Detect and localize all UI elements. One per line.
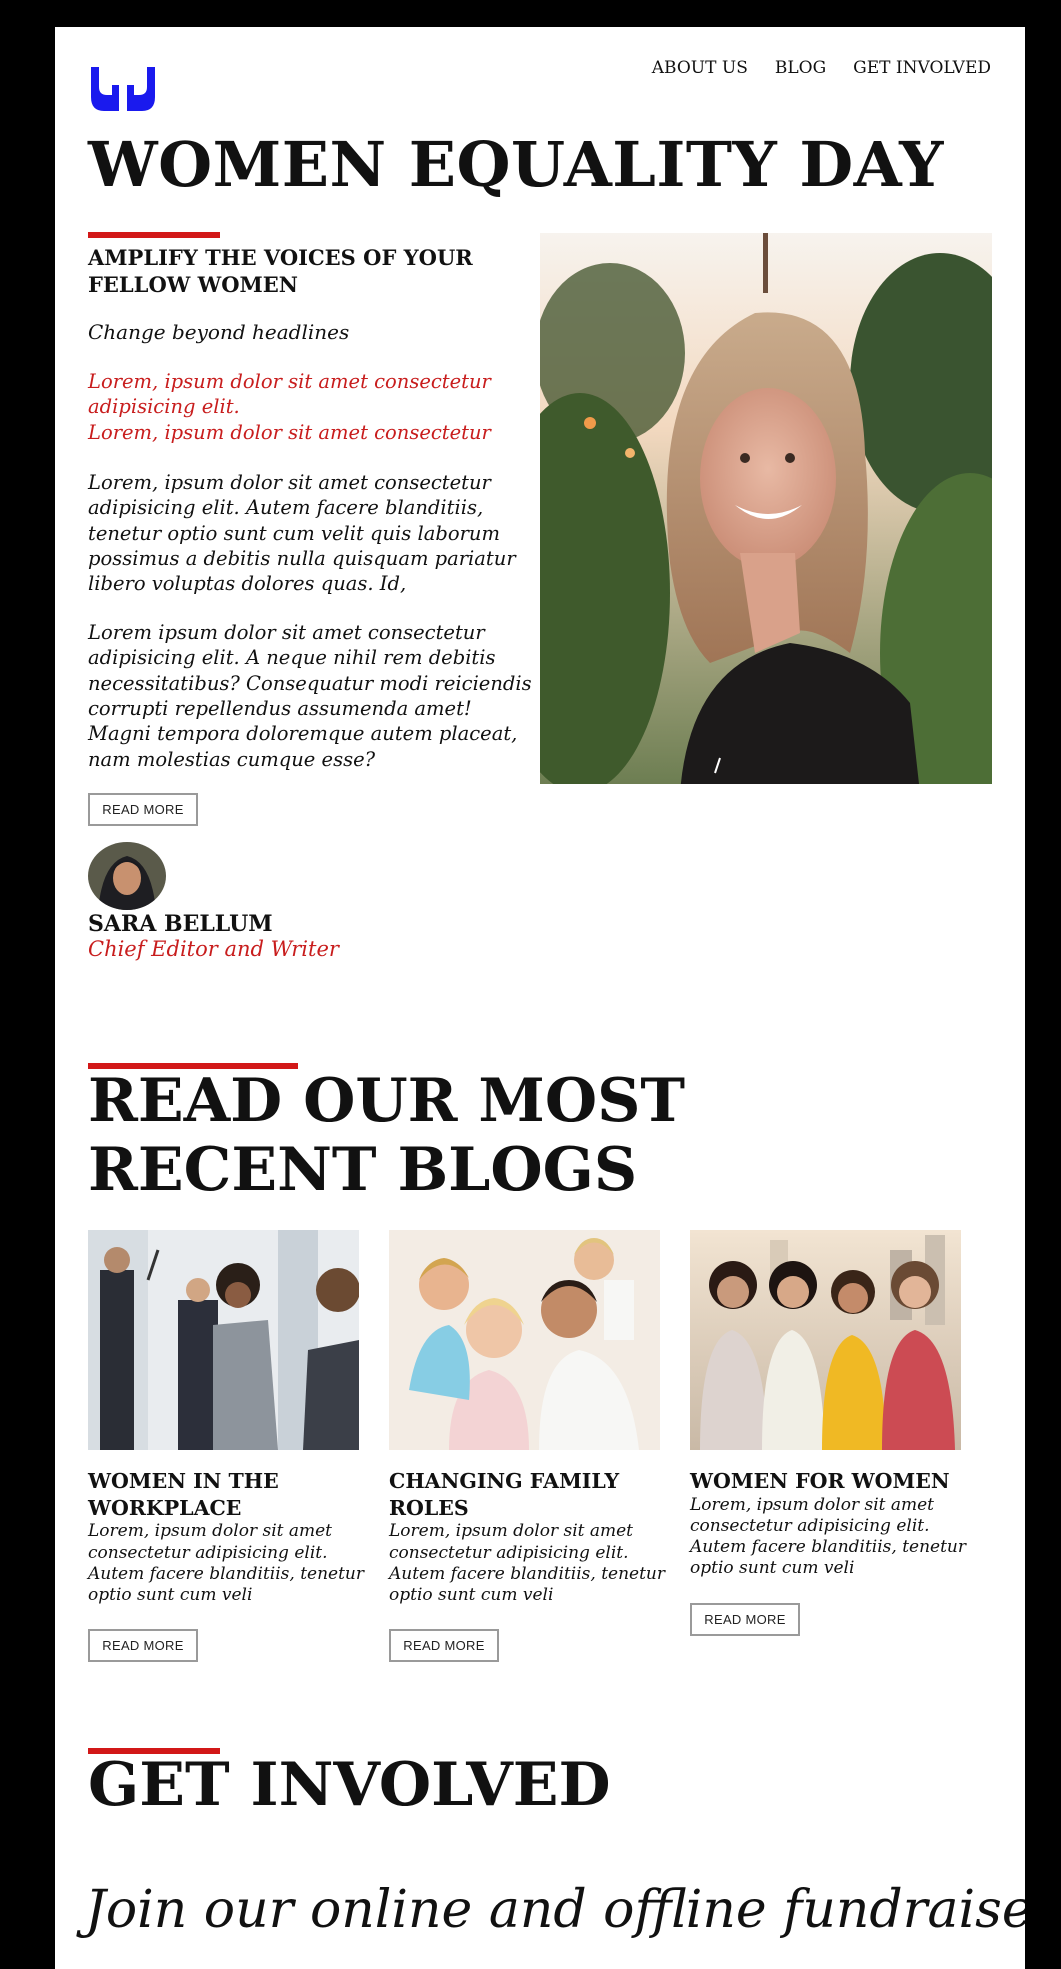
blog-read-more-button[interactable]: READ MORE: [690, 1602, 800, 1636]
workplace-photo[interactable]: [88, 1230, 359, 1450]
red-line-1: Lorem, ipsum dolor sit amet consectetur …: [88, 370, 491, 419]
nav-about-us[interactable]: ABOUT US: [652, 58, 748, 78]
fundraisers-subtitle: Join our online and offline fundraisers: [85, 1880, 1025, 1940]
blog-card: WOMEN FOR WOMEN Lorem, ipsum dolor sit a…: [690, 1230, 980, 1636]
hero-subheading: AMPLIFY THE VOICES OF YOUR FELLOW WOMEN: [88, 245, 473, 298]
hands-logo-icon[interactable]: [88, 65, 158, 117]
blog-card-text: Lorem, ipsum dolor sit amet consectetur …: [88, 1521, 365, 1606]
page: ABOUT US BLOG GET INVOLVED WOMEN EQUALIT…: [55, 27, 1025, 1969]
blog-card-title: CHANGING FAMILY ROLES: [389, 1469, 620, 1520]
author-name: SARA BELLUM: [88, 911, 273, 937]
hero-read-more-button[interactable]: READ MORE: [88, 793, 198, 826]
blog-read-more-button[interactable]: READ MORE: [88, 1629, 198, 1663]
blog-card-text: Lorem, ipsum dolor sit amet consectetur …: [389, 1521, 666, 1606]
nav-get-involved[interactable]: GET INVOLVED: [853, 58, 991, 78]
blog-card-title: WOMEN IN THE WORKPLACE: [88, 1469, 279, 1520]
top-nav: ABOUT US BLOG GET INVOLVED: [652, 58, 991, 78]
women-group-photo[interactable]: [690, 1230, 961, 1450]
hero-paragraph-2: Lorem ipsum dolor sit amet consectetur a…: [88, 621, 532, 771]
blogs-section-title: READ OUR MOST RECENT BLOGS: [88, 1066, 686, 1205]
author-role: Chief Editor and Writer: [88, 937, 339, 961]
blog-card: WOMEN IN THE WORKPLACE Lorem, ipsum dolo…: [88, 1230, 378, 1663]
accent-bar: [88, 232, 220, 238]
blog-read-more-button[interactable]: READ MORE: [389, 1629, 499, 1663]
hero-red-text: Lorem, ipsum dolor sit amet consectetur …: [88, 369, 508, 445]
blog-card-title: WOMEN FOR WOMEN: [690, 1469, 950, 1493]
nav-blog[interactable]: BLOG: [775, 58, 826, 78]
get-involved-title: GET INVOLVED: [88, 1750, 611, 1820]
hero-paragraph-1: Lorem, ipsum dolor sit amet consectetur …: [88, 471, 516, 596]
blog-card: CHANGING FAMILY ROLES Lorem, ipsum dolor…: [389, 1230, 679, 1663]
hero-title: WOMEN EQUALITY DAY: [88, 128, 944, 201]
family-photo[interactable]: [389, 1230, 660, 1450]
hero-portrait-photo: [540, 233, 992, 784]
hero-tagline: Change beyond headlines: [88, 320, 350, 344]
red-line-2: Lorem, ipsum dolor sit amet consectetur: [88, 420, 491, 444]
blog-card-text: Lorem, ipsum dolor sit amet consectetur …: [690, 1494, 967, 1579]
author-avatar: [88, 842, 166, 910]
